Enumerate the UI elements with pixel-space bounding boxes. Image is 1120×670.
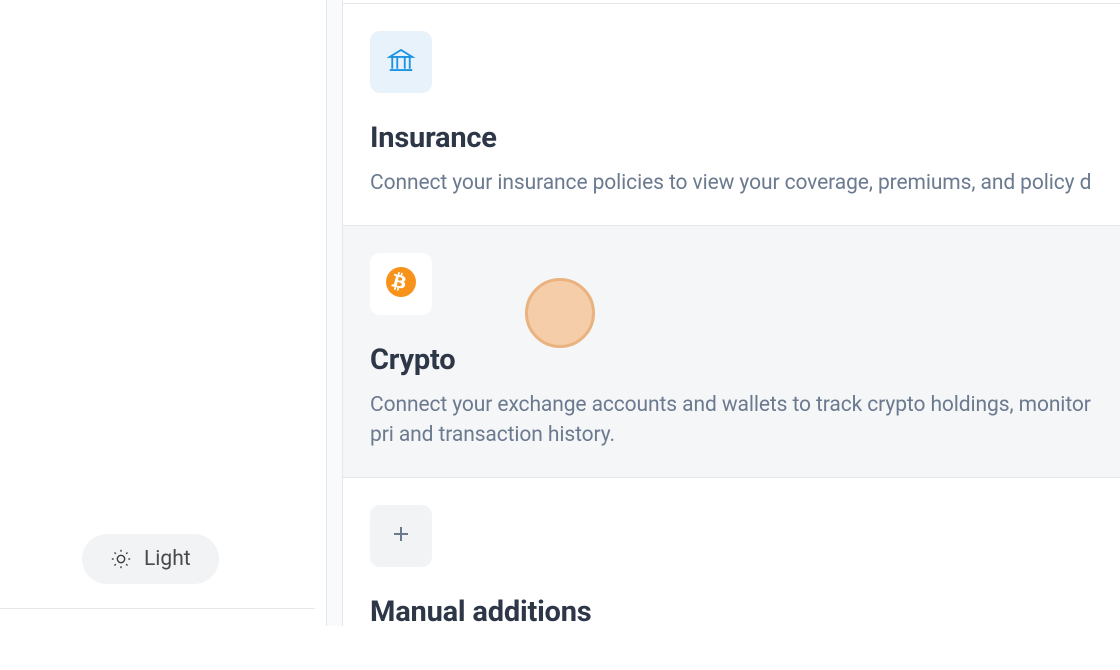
insurance-description: Connect your insurance policies to view … — [370, 169, 1092, 198]
main-content: Insurance Connect your insurance policie… — [343, 0, 1120, 626]
sidebar-bottom-border — [0, 608, 315, 626]
insurance-icon-box — [370, 31, 432, 93]
theme-toggle-button[interactable]: Light — [82, 534, 219, 584]
card-insurance[interactable]: Insurance Connect your insurance policie… — [343, 3, 1120, 226]
manual-icon-box — [370, 505, 432, 567]
crypto-icon-box — [370, 253, 432, 315]
theme-toggle-label: Light — [144, 547, 191, 571]
card-manual-additions[interactable]: Manual additions — [343, 478, 1120, 670]
sun-icon — [110, 548, 132, 570]
crypto-description: Connect your exchange accounts and walle… — [370, 391, 1092, 450]
sidebar: Light — [0, 0, 315, 626]
card-crypto[interactable]: Crypto Connect your exchange accounts an… — [343, 226, 1120, 478]
manual-title: Manual additions — [370, 595, 1092, 629]
vertical-divider — [326, 0, 343, 626]
crypto-title: Crypto — [370, 343, 1092, 377]
bank-icon — [386, 45, 416, 79]
insurance-title: Insurance — [370, 121, 1092, 155]
bitcoin-icon — [385, 266, 417, 302]
plus-icon — [389, 522, 413, 550]
